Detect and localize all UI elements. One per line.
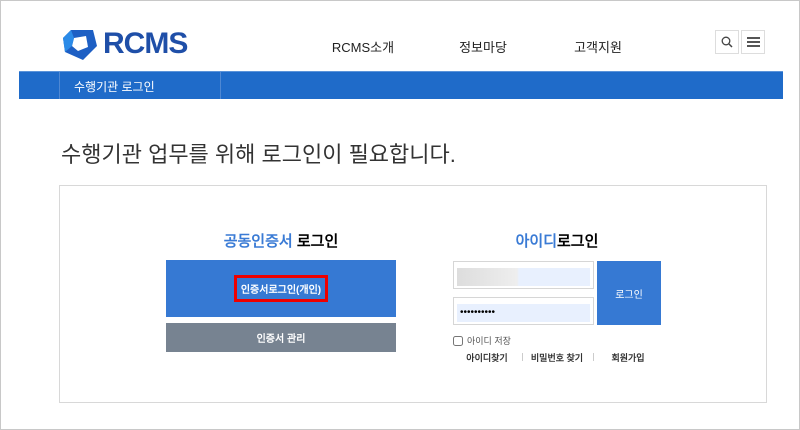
id-input[interactable] bbox=[457, 267, 590, 286]
nav-info[interactable]: 정보마당 bbox=[459, 37, 507, 56]
page-title: 수행기관 업무를 위해 로그인이 필요합니다. bbox=[61, 142, 456, 167]
cert-login-button[interactable]: 인증서로그인(개인) bbox=[166, 260, 396, 317]
cert-manage-button[interactable]: 인증서 관리 bbox=[166, 323, 396, 352]
menu-button[interactable] bbox=[741, 30, 765, 54]
sub-header-title: 수행기관 로그인 bbox=[74, 80, 155, 94]
cert-login-title: 공동인증서 로그인 bbox=[223, 233, 339, 250]
signup-link[interactable]: 회원가입 bbox=[611, 351, 644, 364]
logo-icon bbox=[63, 30, 97, 60]
divider bbox=[522, 353, 523, 361]
find-password-link[interactable]: 비밀번호 찾기 bbox=[531, 351, 583, 364]
remember-id[interactable]: 아이디 저장 bbox=[453, 334, 511, 347]
cert-login-label: 인증서로그인(개인) bbox=[233, 275, 329, 302]
search-button[interactable] bbox=[715, 30, 739, 54]
sub-header-bar: 수행기관 로그인 bbox=[19, 71, 783, 99]
nav-rcms-intro[interactable]: RCMS소개 bbox=[332, 37, 394, 56]
remember-id-checkbox[interactable] bbox=[453, 335, 463, 346]
find-id-link[interactable]: 아이디찾기 bbox=[466, 351, 507, 364]
menu-icon bbox=[746, 37, 760, 47]
id-login-title: 아이디로그인 bbox=[515, 233, 599, 250]
search-icon bbox=[721, 36, 733, 48]
password-input[interactable] bbox=[457, 303, 590, 322]
password-field-wrap bbox=[453, 297, 594, 325]
remember-id-label: 아이디 저장 bbox=[467, 336, 511, 346]
nav-support[interactable]: 고객지원 bbox=[574, 37, 622, 56]
logo-text: RCMS bbox=[103, 27, 188, 60]
divider bbox=[593, 353, 594, 361]
logo[interactable]: RCMS bbox=[63, 27, 188, 61]
login-button[interactable]: 로그인 bbox=[597, 261, 661, 325]
id-field-wrap bbox=[453, 261, 594, 289]
